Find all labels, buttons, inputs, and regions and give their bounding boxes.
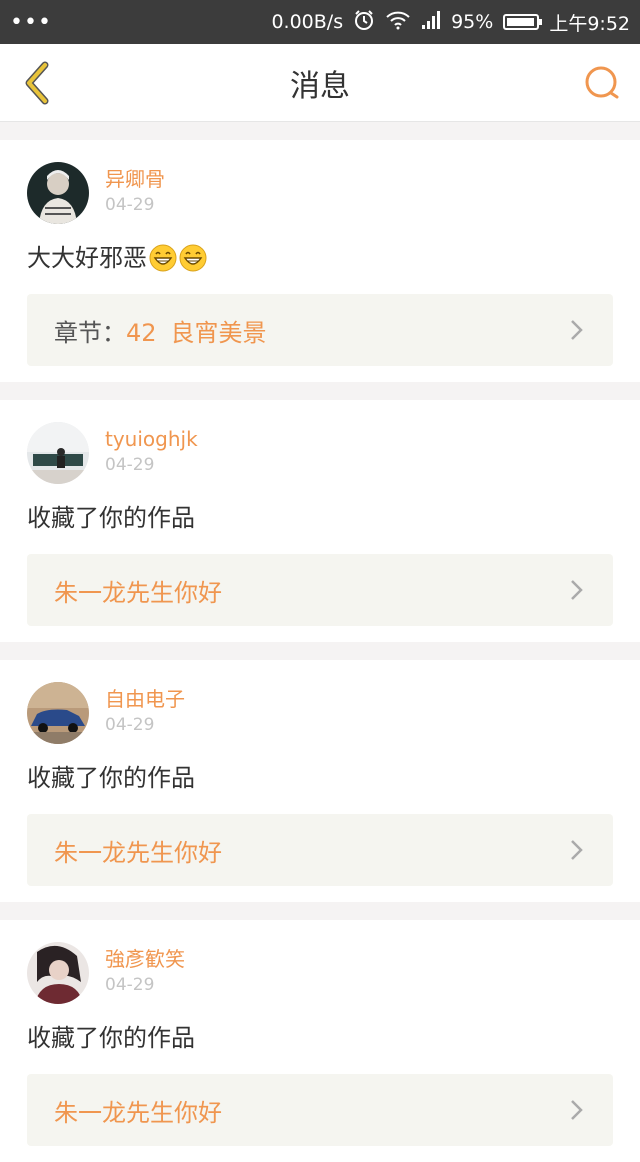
page-title: 消息 bbox=[290, 68, 350, 104]
message-date: 04-29 bbox=[105, 715, 155, 735]
notification-dots: ••• bbox=[10, 9, 52, 35]
chevron-right-icon bbox=[571, 1100, 583, 1120]
user-meta: 自由电子 04-29 bbox=[105, 682, 185, 736]
user-row: tyuioghjk 04-29 bbox=[27, 422, 613, 484]
message-date: 04-29 bbox=[105, 455, 155, 475]
chevron-right-icon bbox=[571, 320, 583, 340]
avatar[interactable] bbox=[27, 682, 89, 744]
user-meta: 強彥歓笑 04-29 bbox=[105, 942, 185, 996]
clock: 上午9:52 bbox=[549, 12, 630, 35]
user-row: 自由电子 04-29 bbox=[27, 682, 613, 744]
message-card: tyuioghjk 04-29 收藏了你的作品 朱一龙先生你好 bbox=[0, 400, 640, 642]
message-text: 收藏了你的作品 bbox=[27, 1024, 195, 1052]
message-card: 异卿骨 04-29 大大好邪恶 章节：42 良宵美景 bbox=[0, 140, 640, 382]
username[interactable]: tyuioghjk bbox=[105, 426, 198, 452]
work-title: 朱一龙先生你好 bbox=[54, 578, 222, 607]
avatar[interactable] bbox=[27, 162, 89, 224]
wifi-icon bbox=[385, 10, 411, 35]
username[interactable]: 強彥歓笑 bbox=[105, 946, 185, 972]
chapter-link[interactable]: 章节：42 良宵美景 bbox=[27, 294, 613, 366]
message-date: 04-29 bbox=[105, 195, 155, 215]
grin-emoji-icon bbox=[149, 244, 177, 272]
work-link[interactable]: 朱一龙先生你好 bbox=[27, 554, 613, 626]
work-title: 朱一龙先生你好 bbox=[54, 838, 222, 867]
app-header: 消息 bbox=[0, 44, 640, 122]
user-meta: 异卿骨 04-29 bbox=[105, 162, 165, 216]
message-text: 收藏了你的作品 bbox=[27, 764, 195, 792]
status-bar: ••• 0.00B/s 95% 上午9:52 bbox=[0, 0, 640, 44]
message-body: 大大好邪恶 bbox=[27, 244, 147, 272]
alarm-icon bbox=[353, 9, 375, 36]
avatar[interactable] bbox=[27, 942, 89, 1004]
message-date: 04-29 bbox=[105, 975, 155, 995]
avatar[interactable] bbox=[27, 422, 89, 484]
grin-emoji-icon bbox=[179, 244, 207, 272]
battery-icon bbox=[503, 14, 543, 30]
work-link[interactable]: 朱一龙先生你好 bbox=[27, 814, 613, 886]
work-title: 朱一龙先生你好 bbox=[54, 1098, 222, 1127]
search-icon bbox=[585, 66, 619, 98]
status-indicators: 0.00B/s 95% 上午9:52 bbox=[271, 9, 630, 36]
work-link[interactable]: 朱一龙先生你好 bbox=[27, 1074, 613, 1146]
message-text: 大大好邪恶 bbox=[27, 238, 613, 278]
user-meta: tyuioghjk 04-29 bbox=[105, 422, 198, 476]
network-speed: 0.00B/s bbox=[271, 11, 344, 33]
search-button[interactable] bbox=[580, 61, 624, 105]
back-button[interactable] bbox=[16, 61, 60, 105]
chapter-title: 良宵美景 bbox=[170, 318, 267, 347]
username[interactable]: 自由电子 bbox=[105, 686, 185, 712]
chapter-link-text: 章节：42 良宵美景 bbox=[54, 313, 267, 348]
signal-icon bbox=[421, 10, 441, 35]
chapter-number: 42 bbox=[126, 318, 157, 347]
message-card: 自由电子 04-29 收藏了你的作品 朱一龙先生你好 bbox=[0, 660, 640, 902]
user-row: 強彥歓笑 04-29 bbox=[27, 942, 613, 1004]
chevron-right-icon bbox=[571, 840, 583, 860]
user-row: 异卿骨 04-29 bbox=[27, 162, 613, 224]
message-list: 异卿骨 04-29 大大好邪恶 章节：42 良宵美景 tyuioghjk 04-… bbox=[0, 122, 640, 1162]
battery-percent: 95% bbox=[451, 11, 494, 33]
message-card: 強彥歓笑 04-29 收藏了你的作品 朱一龙先生你好 bbox=[0, 920, 640, 1162]
message-text: 收藏了你的作品 bbox=[27, 504, 195, 532]
chapter-prefix: 章节： bbox=[54, 318, 126, 347]
chevron-right-icon bbox=[571, 580, 583, 600]
chevron-left-icon bbox=[25, 61, 49, 104]
username[interactable]: 异卿骨 bbox=[105, 166, 165, 192]
